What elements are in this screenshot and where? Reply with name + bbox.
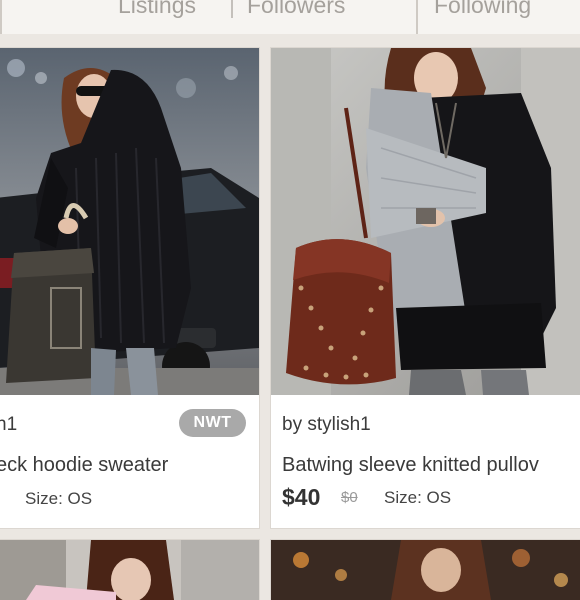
- listing-photo[interactable]: [0, 48, 259, 395]
- listing-photo-image: [0, 48, 259, 395]
- listing-photo[interactable]: [271, 540, 580, 600]
- listing-size: Size: OS: [25, 489, 93, 508]
- listing-size: Size: OS: [384, 488, 452, 507]
- listing-photo-image: [271, 48, 580, 395]
- listing-original-price: $0: [341, 489, 358, 506]
- seller-name[interactable]: by stylish1: [282, 414, 371, 436]
- listing-title[interactable]: Batwing sleeve knitted pullov: [282, 454, 539, 477]
- listing-photo-image: [271, 540, 580, 600]
- profile-stats-bar: Listings Followers Following: [0, 0, 580, 34]
- listing-card[interactable]: h1 NWT eck hoodie sweater 0 Size: OS: [0, 48, 259, 528]
- listing-price: $40: [282, 484, 321, 510]
- listings-tab[interactable]: Listings: [118, 0, 196, 19]
- listing-card[interactable]: [0, 540, 259, 600]
- stats-divider: [416, 0, 418, 34]
- listing-title[interactable]: eck hoodie sweater: [0, 454, 168, 477]
- stats-divider: [0, 0, 2, 34]
- listing-card[interactable]: [271, 540, 580, 600]
- seller-name[interactable]: h1: [0, 414, 17, 436]
- stats-divider: [231, 0, 233, 18]
- followers-tab[interactable]: Followers: [247, 0, 345, 19]
- following-tab[interactable]: Following: [434, 0, 531, 19]
- nwt-badge: NWT: [179, 409, 246, 437]
- listing-card[interactable]: by stylish1 Batwing sleeve knitted pullo…: [271, 48, 580, 528]
- listing-photo[interactable]: [0, 540, 259, 600]
- listing-photo-image: [0, 540, 259, 600]
- listing-photo[interactable]: [271, 48, 580, 395]
